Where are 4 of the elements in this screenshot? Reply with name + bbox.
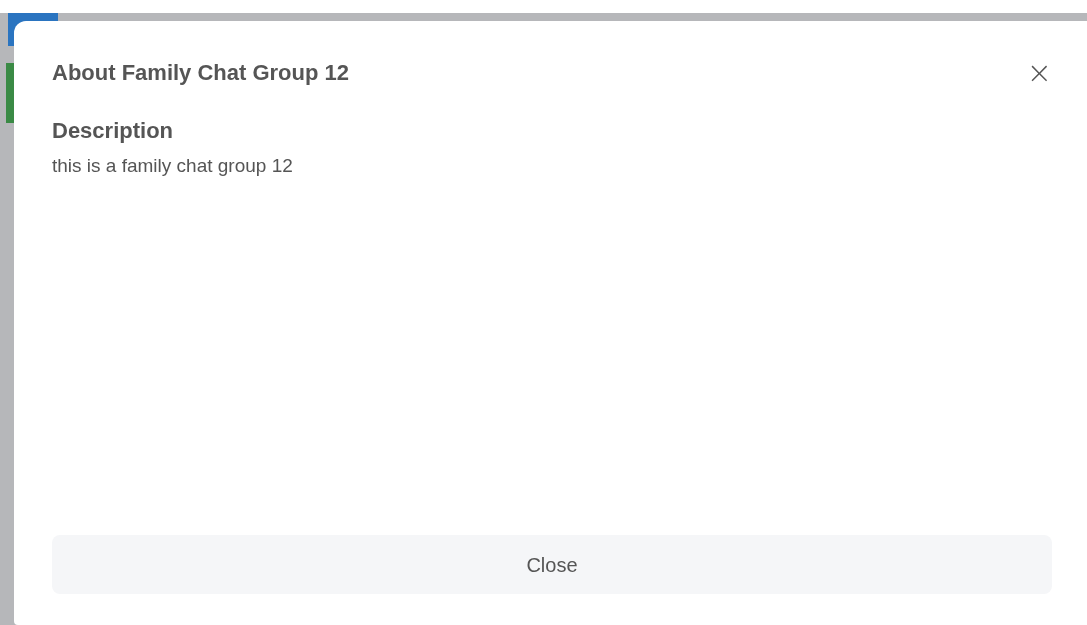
section-heading: Description <box>52 117 174 145</box>
close-button[interactable]: Close <box>52 535 1052 594</box>
description-text: this is a family chat group 12 <box>52 154 293 178</box>
dialog-title: About Family Chat Group 12 <box>52 59 350 87</box>
